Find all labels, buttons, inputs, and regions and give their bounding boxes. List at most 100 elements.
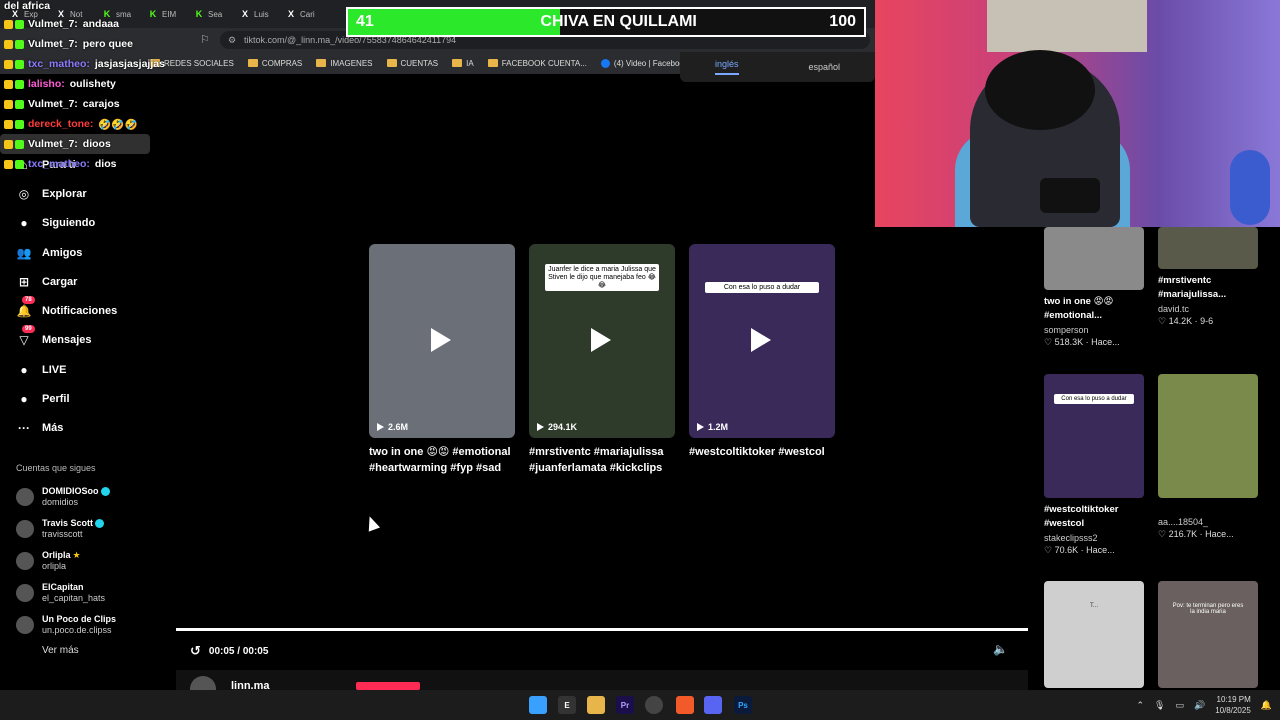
following-account[interactable]: Travis Scott travisscott [0,513,160,545]
bookmark-item[interactable]: FACEBOOK CUENTA... [487,59,587,68]
follow-button[interactable] [356,682,420,690]
nav-profile[interactable]: ● Perfil [0,384,160,413]
see-more-link[interactable]: Ver más [0,645,160,656]
nav-label: Perfil [42,393,70,406]
nav-upload[interactable]: ⊞ Cargar [0,267,160,296]
clock[interactable]: 10:19 PM 10/8/2025 [1215,694,1251,716]
bell-icon: 🔔 78 [16,296,35,319]
nav-following[interactable]: ● Siguiendo [0,209,160,238]
related-video-thumbnail[interactable]: Pov: te terminan pero eres la india mari… [1158,581,1258,688]
related-video-card[interactable]: two in one 😡😡 #emotional... somperson ♡ 51… [1044,227,1144,348]
epic-games-icon[interactable]: E [558,696,576,714]
video-caption[interactable]: #mrstiventc #mariajulissa #juanferlamata… [529,444,699,476]
following-account[interactable]: ElCapitan el_capitan_hats [0,577,160,609]
following-account[interactable]: Orlipla ★ orlipla [0,545,160,577]
nav-messages[interactable]: ▽ 99 Mensajes [0,325,160,355]
replay-icon[interactable]: ↺ [190,643,201,659]
post-date: 9-6 [1200,316,1214,326]
related-video-thumbnail[interactable] [1158,374,1258,498]
brave-icon[interactable] [676,696,694,714]
video-thumbnail[interactable]: Con esa lo puso a dudar 1.2M [689,244,835,438]
related-video-thumbnail[interactable] [1158,227,1258,269]
following-account[interactable]: Un Poco de Clips un.poco.de.clipss [0,609,160,641]
related-video-author[interactable]: david.tc [1158,304,1258,314]
related-video-thumbnail[interactable] [1044,227,1144,290]
related-video-author[interactable]: stakeclipsss2 [1044,533,1144,543]
nav-label: LIVE [42,363,67,376]
premiere-icon[interactable]: Pr [616,696,634,714]
related-video-meta: ♡ 216.7K · Hace... [1158,529,1258,540]
likes-count: 216.7K [1168,529,1198,539]
site-info-icon[interactable]: ⚙ [228,35,236,46]
nav-bell[interactable]: 🔔 78 Notificaciones [0,296,160,325]
video-caption[interactable]: two in one 😡😡 #emotional #heartwarming #… [369,444,539,476]
speaker-icon[interactable]: 🔊 [1194,700,1205,711]
translate-popup: inglés español [680,52,875,82]
network-icon[interactable]: ▭ [1175,700,1184,711]
photoshop-icon[interactable]: Ps [734,696,752,714]
related-video-thumbnail[interactable]: T... [1044,581,1144,688]
related-video-author[interactable]: somperson [1044,325,1144,335]
video-card[interactable]: 2.6M two in one 😡😡 #emotional #heartwarmi… [369,244,515,476]
video-caption[interactable]: #westcoltiktoker #westcol [689,444,859,460]
browser-tab[interactable]: X Luis [234,3,278,25]
folder-icon [316,59,327,67]
related-video-card[interactable]: Pov: te terminan pero eres la india mari… [1158,581,1258,688]
bookmark-item[interactable]: COMPRAS [247,59,302,68]
chat-username[interactable]: Vulmet_7: [28,18,78,30]
chat-username[interactable]: dereck_tone: [28,118,93,130]
nav-compass[interactable]: ◎ Explorar [0,179,160,208]
translate-lang-spanish[interactable]: español [808,62,840,72]
related-video-author[interactable]: aa....18504_ [1158,517,1258,527]
video-thumbnail[interactable]: Juanfer le dice a maria Julissa que Stiv… [529,244,675,438]
translate-lang-english[interactable]: inglés [714,59,739,75]
video-progress-bar[interactable] [176,628,1028,631]
bookmark-item[interactable]: IA [452,59,474,68]
chat-badge-icon [4,19,13,29]
windows-start-icon[interactable] [529,696,547,714]
video-thumbnail[interactable]: 2.6M [369,244,515,438]
related-video-card[interactable]: aa....18504_ ♡ 216.7K · Hace... [1158,374,1258,540]
volume-icon[interactable]: 🔈 [993,642,1008,656]
heart-icon: ♡ [1158,529,1169,539]
view-count: 1.2M [697,422,728,432]
account-names: DOMIDIOSoo domidios [42,486,110,508]
bookmark-label: IA [466,58,474,68]
tab-favicon-icon: X [287,9,294,19]
bookmark-star-icon[interactable]: ⚐ [200,33,210,46]
chat-username[interactable]: txc_matheo: [28,158,90,170]
discord-icon[interactable] [704,696,722,714]
following-account[interactable]: DOMIDIOSoo domidios [0,481,160,513]
bookmark-item[interactable]: IMAGENES [316,59,373,68]
file-explorer-icon[interactable] [587,696,605,714]
play-icon[interactable] [431,328,451,352]
play-icon[interactable] [751,328,771,352]
video-card[interactable]: Con esa lo puso a dudar 1.2M #westcoltikto… [689,244,835,460]
nav-friends[interactable]: 👥 Amigos [0,238,160,267]
nav-label: Cargar [42,275,78,288]
browser-tab[interactable]: K Sea [188,3,232,25]
chat-username[interactable]: Vulmet_7: [28,38,78,50]
related-video-card[interactable]: #mrstiventc #mariajulissa... david.tc ♡ 14… [1158,227,1258,327]
chrome-icon[interactable] [645,696,663,714]
chat-username[interactable]: txc_matheo: [28,58,90,70]
related-video-thumbnail[interactable]: Con esa lo puso a dudar [1044,374,1144,498]
related-video-card[interactable]: T... [1044,581,1144,688]
notification-bell-icon[interactable]: 🔔 [1261,700,1272,711]
nav-more[interactable]: ··· Más [0,414,160,443]
play-icon[interactable] [591,328,611,352]
related-video-caption[interactable]: #westcoltiktoker #westcol [1044,503,1144,531]
chat-username[interactable]: Vulmet_7: [28,98,78,110]
chevron-up-icon[interactable]: ⌃ [1136,700,1144,711]
mic-icon[interactable]: 🎙 [1154,700,1165,711]
video-card[interactable]: Juanfer le dice a maria Julissa que Stiv… [529,244,675,476]
bookmark-item[interactable]: (4) Video | Facebook [600,58,688,68]
related-video-caption[interactable]: two in one 😡😡 #emotional... [1044,295,1144,323]
bookmark-item[interactable]: CUENTAS [386,59,438,68]
chat-username[interactable]: Vulmet_7: [28,138,78,150]
chat-username[interactable]: lalisho: [28,78,65,90]
related-video-card[interactable]: Con esa lo puso a dudar #westcoltiktoker … [1044,374,1144,556]
nav-live[interactable]: ● LIVE [0,355,160,384]
related-video-caption[interactable]: #mrstiventc #mariajulissa... [1158,274,1258,302]
browser-tab[interactable]: X Cari [280,3,324,25]
